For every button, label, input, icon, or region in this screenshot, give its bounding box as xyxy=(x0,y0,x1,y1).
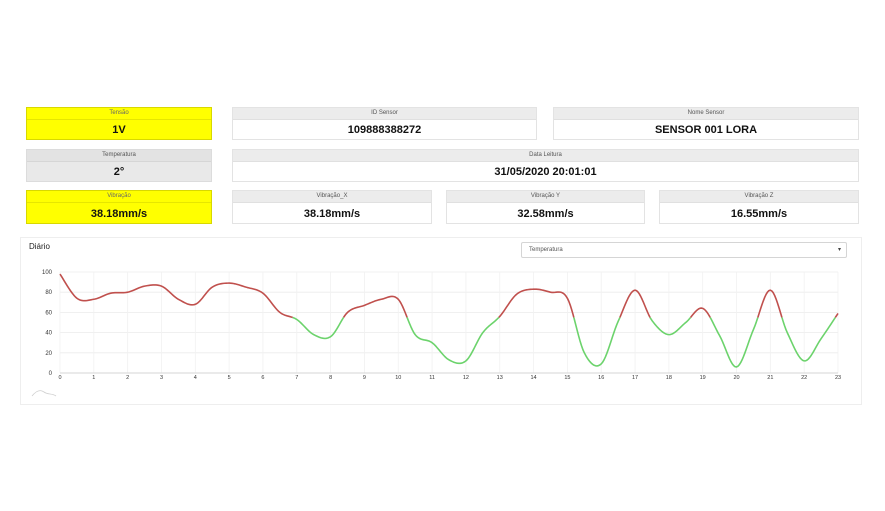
x-tick-label: 22 xyxy=(801,375,807,381)
series-line-high xyxy=(498,288,575,318)
x-tick-label: 3 xyxy=(160,375,163,381)
x-tick-label: 4 xyxy=(194,375,197,381)
series-line-low xyxy=(292,316,345,340)
x-tick-label: 1 xyxy=(92,375,95,381)
y-tick-label: 60 xyxy=(45,310,52,316)
x-tick-label: 19 xyxy=(700,375,706,381)
y-tick-label: 40 xyxy=(45,331,52,337)
y-axis-ticks: 0 20 40 60 80 100 xyxy=(42,270,53,377)
x-tick-label: 5 xyxy=(228,375,231,381)
series-line-low xyxy=(709,317,759,368)
x-tick-label: 15 xyxy=(564,375,570,381)
y-tick-label: 100 xyxy=(42,270,53,276)
x-tick-label: 12 xyxy=(463,375,469,381)
x-tick-label: 2 xyxy=(126,375,129,381)
series-line-high xyxy=(59,273,294,319)
series-line-low xyxy=(649,316,692,336)
x-tick-label: 8 xyxy=(329,375,332,381)
x-tick-label: 21 xyxy=(767,375,773,381)
x-tick-label: 14 xyxy=(531,375,537,381)
series-line-low xyxy=(781,317,837,362)
x-tick-label: 23 xyxy=(835,375,841,381)
series-line-high xyxy=(834,312,839,318)
series-line-low xyxy=(406,316,500,365)
x-tick-label: 6 xyxy=(261,375,264,381)
range-slider-preview xyxy=(31,390,57,397)
daily-line-chart: 020406080100 0 1 2 3 4 5 6 7 8 9 10 11 12 13 14 15 16 17 1… xyxy=(31,270,841,397)
x-tick-label: 13 xyxy=(497,375,503,381)
x-tick-label: 20 xyxy=(733,375,739,381)
y-tick-label: 0 xyxy=(49,371,53,377)
x-axis-ticks: 0 1 2 3 4 5 6 7 8 9 10 11 12 13 14 15 16 17 18 19 20 21 22 23 xyxy=(58,375,841,381)
series-line-low xyxy=(573,317,621,367)
x-tick-label: 0 xyxy=(58,375,61,381)
x-tick-label: 7 xyxy=(295,375,298,381)
x-tick-label: 10 xyxy=(395,375,401,381)
y-tick-label: 80 xyxy=(45,290,52,296)
x-tick-label: 9 xyxy=(363,375,366,381)
y-tick-label: 20 xyxy=(45,351,52,357)
series-line-high xyxy=(342,295,408,318)
x-tick-label: 17 xyxy=(632,375,638,381)
x-tick-label: 18 xyxy=(666,375,672,381)
x-tick-label: 11 xyxy=(429,375,435,381)
series-line-high xyxy=(757,289,783,318)
x-tick-label: 16 xyxy=(598,375,604,381)
chart-grid xyxy=(59,271,839,374)
